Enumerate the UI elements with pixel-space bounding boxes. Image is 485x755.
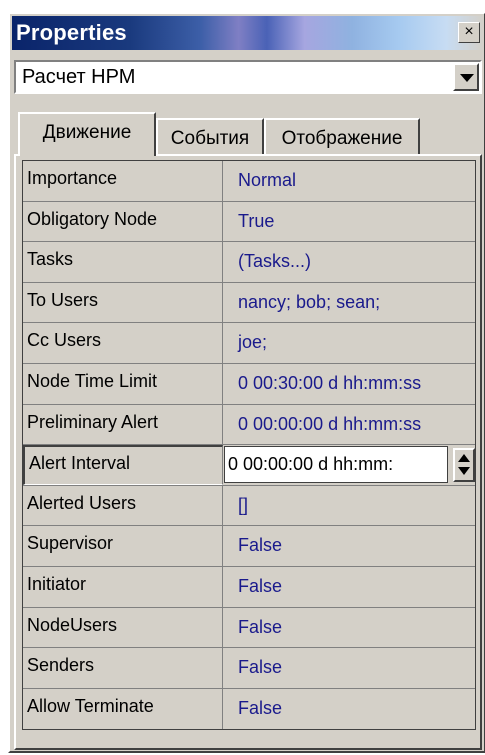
spin-down-icon[interactable]	[458, 467, 470, 476]
title-bar[interactable]: Properties ×	[12, 16, 484, 50]
close-icon: ×	[464, 23, 474, 40]
property-name: Senders	[23, 648, 223, 688]
chevron-down-icon	[460, 74, 474, 82]
window-title: Properties	[16, 20, 127, 45]
property-row-nodeusers[interactable]: NodeUsers False	[23, 607, 475, 649]
tab-label: Движение	[42, 122, 132, 143]
property-value[interactable]: False	[224, 526, 475, 566]
property-value[interactable]: nancy; bob; sean;	[224, 283, 475, 323]
property-name: Alerted Users	[23, 485, 223, 526]
property-row-cc-users[interactable]: Cc Users joe;	[23, 323, 475, 364]
tab-sobytiya[interactable]: События	[156, 118, 264, 158]
property-grid: Importance Normal Obligatory Node True T…	[22, 160, 476, 731]
property-name: Cc Users	[23, 323, 223, 363]
property-row-alert-interval[interactable]: Alert Interval 0 00:00:00 d hh:mm:	[23, 445, 475, 486]
property-value[interactable]: False	[224, 567, 475, 607]
property-name: Tasks	[23, 242, 223, 282]
property-value[interactable]: Normal	[224, 161, 475, 201]
property-row-preliminary-alert[interactable]: Preliminary Alert 0 00:00:00 d hh:mm:ss	[23, 404, 475, 446]
tab-panel: Importance Normal Obligatory Node True T…	[14, 154, 482, 750]
property-row-alerted-users[interactable]: Alerted Users []	[23, 485, 475, 527]
properties-window: Properties × Расчет НРМ Движение События…	[8, 12, 485, 753]
property-row-tasks[interactable]: Tasks (Tasks...)	[23, 242, 475, 283]
property-value[interactable]: True	[224, 202, 475, 242]
property-name: To Users	[23, 282, 223, 323]
property-name: Supervisor	[23, 526, 223, 566]
alert-interval-input[interactable]: 0 00:00:00 d hh:mm:	[224, 446, 448, 484]
property-row-to-users[interactable]: To Users nancy; bob; sean;	[23, 282, 475, 324]
property-value[interactable]: False	[224, 608, 475, 648]
property-row-senders[interactable]: Senders False	[23, 648, 475, 689]
property-row-importance[interactable]: Importance Normal	[23, 161, 475, 202]
property-value[interactable]: 0 00:00:00 d hh:mm:ss	[224, 405, 475, 445]
property-name: Initiator	[23, 566, 223, 607]
property-value[interactable]: False	[224, 648, 475, 688]
close-button[interactable]: ×	[458, 22, 480, 43]
property-row-initiator[interactable]: Initiator False	[23, 566, 475, 608]
property-value[interactable]: (Tasks...)	[224, 242, 475, 282]
property-value[interactable]: []	[224, 486, 475, 526]
property-row-node-time-limit[interactable]: Node Time Limit 0 00:30:00 d hh:mm:ss	[23, 363, 475, 405]
spin-up-icon[interactable]	[458, 454, 470, 463]
object-selector-value: Расчет НРМ	[22, 66, 136, 88]
alert-interval-spinner[interactable]	[453, 448, 475, 483]
tab-otobrazhenie[interactable]: Отображение	[264, 118, 420, 158]
property-name: NodeUsers	[23, 607, 223, 648]
tab-label: События	[170, 128, 250, 149]
property-value[interactable]: 0 00:30:00 d hh:mm:ss	[224, 364, 475, 404]
property-name: Obligatory Node	[23, 201, 223, 242]
property-row-allow-terminate[interactable]: Allow Terminate False	[23, 688, 475, 730]
property-name: Preliminary Alert	[23, 404, 223, 445]
property-row-supervisor[interactable]: Supervisor False	[23, 526, 475, 567]
object-selector[interactable]: Расчет НРМ	[14, 60, 482, 94]
tab-dvizhenie[interactable]: Движение	[18, 112, 156, 156]
property-name: Node Time Limit	[23, 363, 223, 404]
property-value[interactable]: joe;	[224, 323, 475, 363]
property-value[interactable]: False	[224, 689, 475, 730]
property-name: Importance	[23, 161, 223, 201]
object-selector-dropdown-button[interactable]	[453, 63, 479, 91]
property-row-obligatory-node[interactable]: Obligatory Node True	[23, 201, 475, 243]
tab-label: Отображение	[281, 128, 403, 149]
property-name: Allow Terminate	[23, 688, 223, 730]
property-name: Alert Interval	[23, 445, 223, 485]
